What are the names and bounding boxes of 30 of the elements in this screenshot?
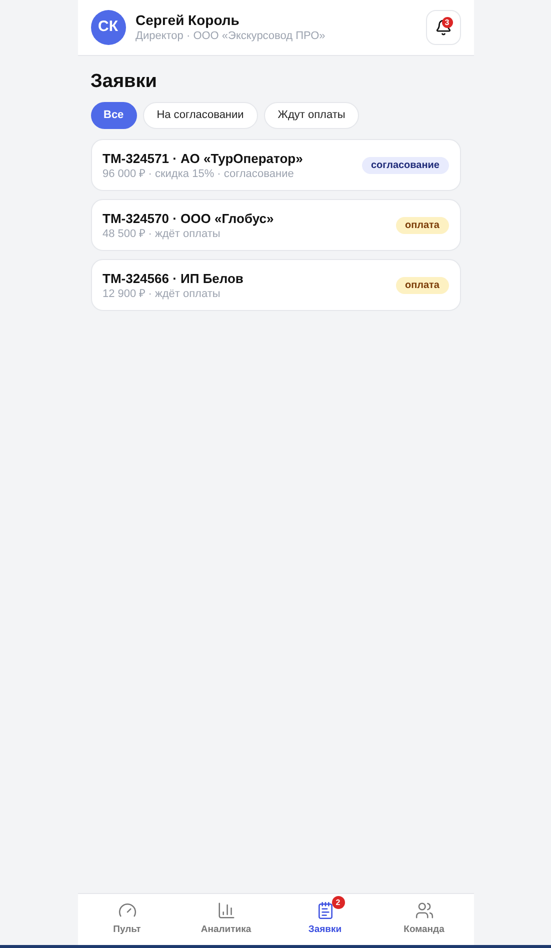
user-name: Сергей Король (136, 12, 240, 29)
bell-icon (434, 19, 452, 36)
filter-chip[interactable]: Все (90, 102, 137, 129)
user-subtitle: Директор · ООО «Экскурсовод ПРО» (136, 29, 326, 43)
users-icon (414, 901, 434, 920)
notification-count: 3 (442, 17, 452, 28)
nav-tab[interactable]: Аналитика (176, 894, 276, 945)
page-title: Заявки (90, 70, 158, 94)
order-details: 12 900 ₽ · ждёт оплаты (102, 286, 222, 300)
notepad-icon (316, 901, 334, 920)
nav-tab[interactable]: Команда (374, 894, 474, 945)
order-card[interactable]: ТМ-324571 · АО «ТурОператор» 96 000 ₽ · скидка 15% · согласование согласование (90, 139, 460, 191)
order-card[interactable]: ТМ-324570 · ООО «Глобус» 48 500 ₽ · ждёт оплаты оплата (90, 199, 460, 251)
avatar: СК (90, 10, 126, 45)
status-tag: оплата (396, 216, 448, 234)
notifications-button[interactable]: 3 (426, 10, 460, 45)
nav-tab[interactable]: 2 Заявки (276, 894, 374, 945)
nav-tab[interactable]: Пульт (78, 894, 176, 945)
filter-chip[interactable]: На согласовании (142, 102, 258, 129)
order-title: ТМ-324571 · АО «ТурОператор» (102, 150, 304, 166)
order-title: ТМ-324570 · ООО «Глобус» (102, 210, 275, 226)
order-details: 48 500 ₽ · ждёт оплаты (102, 226, 222, 240)
order-title: ТМ-324566 · ИП Белов (102, 270, 244, 286)
status-tag: согласование (362, 156, 448, 174)
order-details: 96 000 ₽ · скидка 15% · согласование (102, 166, 295, 180)
filter-chip[interactable]: Ждут оплаты (264, 102, 360, 129)
status-tag: оплата (396, 276, 448, 294)
nav-badge: 2 (332, 896, 344, 910)
order-card[interactable]: ТМ-324566 · ИП Белов 12 900 ₽ · ждёт оплаты оплата (90, 259, 460, 311)
bar-chart-icon (216, 901, 236, 920)
